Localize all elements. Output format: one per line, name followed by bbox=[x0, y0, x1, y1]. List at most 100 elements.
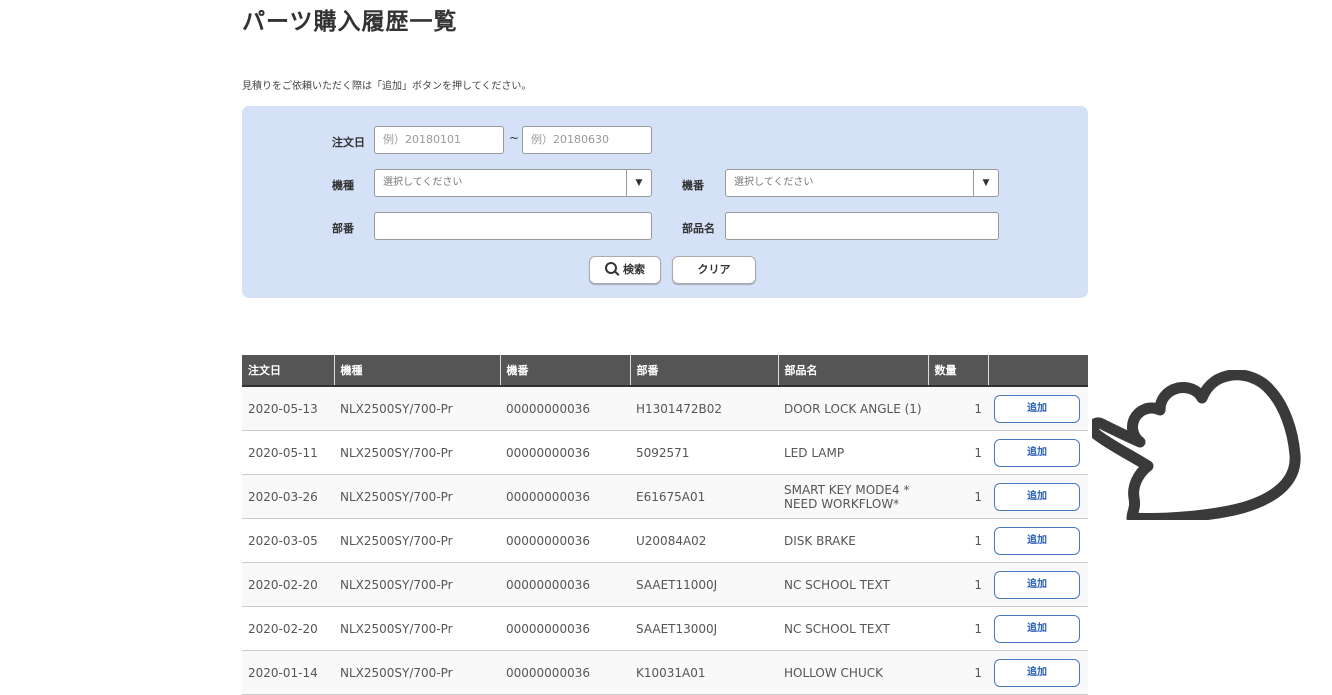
table-header-row: 注文日 機種 機番 部番 部品名 数量 bbox=[242, 355, 1088, 387]
part-name-text: NC SCHOOL TEXT bbox=[784, 621, 890, 636]
table-row: 2020-05-11 NLX2500SY/700-Pr 00000000036 509… bbox=[242, 430, 1088, 475]
table-row: 2020-05-13 NLX2500SY/700-Pr 00000000036 H13… bbox=[242, 386, 1088, 431]
model-select[interactable]: 選択してください ▼ bbox=[374, 169, 652, 197]
cell-model: NLX2500SY/700-Pr bbox=[334, 562, 500, 607]
cell-action: 追加 bbox=[988, 606, 1088, 651]
page-title: パーツ購入履歴一覧 bbox=[242, 9, 458, 35]
add-button[interactable]: 追加 bbox=[994, 438, 1080, 467]
cell-action: 追加 bbox=[988, 430, 1088, 475]
add-button[interactable]: 追加 bbox=[994, 570, 1080, 599]
clear-button[interactable]: クリア bbox=[672, 256, 756, 284]
cell-qty: 1 bbox=[928, 606, 988, 651]
part-name-text: NC SCHOOL TEXT bbox=[784, 577, 890, 592]
cell-action: 追加 bbox=[988, 562, 1088, 607]
cell-qty: 1 bbox=[928, 474, 988, 519]
clear-button-label: クリア bbox=[697, 263, 731, 276]
part-name-text: LED LAMP bbox=[784, 445, 845, 460]
cell-serial: 00000000036 bbox=[500, 386, 630, 431]
add-button[interactable]: 追加 bbox=[994, 482, 1080, 511]
cell-serial: 00000000036 bbox=[500, 430, 630, 475]
add-button[interactable]: 追加 bbox=[994, 394, 1080, 423]
part-name-label: 部品名 bbox=[682, 222, 715, 235]
search-button-label: 検索 bbox=[623, 263, 645, 276]
date-to-input[interactable]: 例）20180630 bbox=[522, 126, 652, 154]
cell-serial: 00000000036 bbox=[500, 474, 630, 519]
part-name-text: DOOR LOCK ANGLE (1) bbox=[784, 401, 922, 416]
search-button[interactable]: 検索 bbox=[589, 256, 661, 284]
serial-select[interactable]: 選択してください ▼ bbox=[725, 169, 999, 197]
table-row: 2020-03-26 NLX2500SY/700-Pr 00000000036 E61… bbox=[242, 474, 1088, 519]
cell-part-name: HOLLOW CHUCK bbox=[778, 650, 928, 695]
cell-part-name: LED LAMP bbox=[778, 430, 928, 475]
cell-part-no: U20084A02 bbox=[630, 518, 778, 563]
part-name-text: HOLLOW CHUCK bbox=[784, 665, 883, 680]
cell-model: NLX2500SY/700-Pr bbox=[334, 474, 500, 519]
header-action bbox=[988, 355, 1088, 387]
part-name-input[interactable] bbox=[725, 212, 999, 240]
header-part-name: 部品名 bbox=[778, 355, 929, 387]
cell-order-date: 2020-03-26 bbox=[242, 474, 334, 519]
cell-part-no: 5092571 bbox=[630, 430, 778, 475]
cell-part-no: SAAET11000J bbox=[630, 562, 778, 607]
cell-part-no: SAAET13000J bbox=[630, 606, 778, 651]
table-row: 2020-02-20 NLX2500SY/700-Pr 00000000036 SAA… bbox=[242, 562, 1088, 607]
instruction-note: 見積りをご依頼いただく際は「追加」ボタンを押してください。 bbox=[242, 81, 532, 92]
cell-model: NLX2500SY/700-Pr bbox=[334, 386, 500, 431]
cell-qty: 1 bbox=[928, 518, 988, 563]
add-button[interactable]: 追加 bbox=[994, 658, 1080, 687]
part-name-text: DISK BRAKE bbox=[784, 533, 856, 548]
table-row: 2020-01-14 NLX2500SY/700-Pr 00000000036 K10… bbox=[242, 650, 1088, 695]
cell-part-no: K10031A01 bbox=[630, 650, 778, 695]
cell-action: 追加 bbox=[988, 386, 1088, 431]
triangle-down-icon: ▼ bbox=[626, 170, 651, 196]
cell-serial: 00000000036 bbox=[500, 562, 630, 607]
cell-qty: 1 bbox=[928, 386, 988, 431]
cell-qty: 1 bbox=[928, 562, 988, 607]
cell-part-name: SMART KEY MODE4 * NEED WORKFLOW* bbox=[778, 474, 928, 519]
cell-order-date: 2020-05-13 bbox=[242, 386, 334, 431]
part-no-input[interactable] bbox=[374, 212, 652, 240]
add-button[interactable]: 追加 bbox=[994, 526, 1080, 555]
date-separator: ~ bbox=[509, 131, 520, 145]
header-serial: 機番 bbox=[500, 355, 631, 387]
cell-serial: 00000000036 bbox=[500, 518, 630, 563]
header-model: 機種 bbox=[334, 355, 501, 387]
serial-select-value: 選択してください bbox=[734, 177, 814, 188]
cell-model: NLX2500SY/700-Pr bbox=[334, 518, 500, 563]
add-button[interactable]: 追加 bbox=[994, 614, 1080, 643]
cell-part-name: NC SCHOOL TEXT bbox=[778, 606, 928, 651]
cell-part-no: E61675A01 bbox=[630, 474, 778, 519]
cell-action: 追加 bbox=[988, 650, 1088, 695]
cell-part-name: DOOR LOCK ANGLE (1) bbox=[778, 386, 928, 431]
cell-order-date: 2020-03-05 bbox=[242, 518, 334, 563]
cell-qty: 1 bbox=[928, 650, 988, 695]
table-row: 2020-02-20 NLX2500SY/700-Pr 00000000036 SAA… bbox=[242, 606, 1088, 651]
triangle-down-icon: ▼ bbox=[973, 170, 998, 196]
cell-order-date: 2020-02-20 bbox=[242, 606, 334, 651]
order-date-label: 注文日 bbox=[332, 136, 365, 149]
cell-model: NLX2500SY/700-Pr bbox=[334, 650, 500, 695]
cell-serial: 00000000036 bbox=[500, 650, 630, 695]
date-from-input[interactable]: 例）20180101 bbox=[374, 126, 504, 154]
model-label: 機種 bbox=[332, 179, 354, 192]
cell-serial: 00000000036 bbox=[500, 606, 630, 651]
cell-action: 追加 bbox=[988, 518, 1088, 563]
part-no-label: 部番 bbox=[332, 222, 354, 235]
cell-qty: 1 bbox=[928, 430, 988, 475]
cell-order-date: 2020-01-14 bbox=[242, 650, 334, 695]
header-qty: 数量 bbox=[928, 355, 989, 387]
search-icon bbox=[605, 262, 617, 274]
cell-action: 追加 bbox=[988, 474, 1088, 519]
cell-part-name: NC SCHOOL TEXT bbox=[778, 562, 928, 607]
header-part-no: 部番 bbox=[630, 355, 779, 387]
purchase-history-table: 注文日 機種 機番 部番 部品名 数量 2020-05-13 NLX2500SY/… bbox=[242, 355, 1088, 695]
cell-order-date: 2020-02-20 bbox=[242, 562, 334, 607]
header-order-date: 注文日 bbox=[242, 355, 335, 387]
cell-order-date: 2020-05-11 bbox=[242, 430, 334, 475]
serial-label: 機番 bbox=[682, 179, 704, 192]
pointing-hand-icon bbox=[1092, 370, 1301, 520]
cell-model: NLX2500SY/700-Pr bbox=[334, 606, 500, 651]
cell-part-no: H1301472B02 bbox=[630, 386, 778, 431]
model-select-value: 選択してください bbox=[383, 177, 463, 188]
search-panel: 注文日 例）20180101 ~ 例）20180630 機種 選択してください … bbox=[242, 106, 1088, 298]
